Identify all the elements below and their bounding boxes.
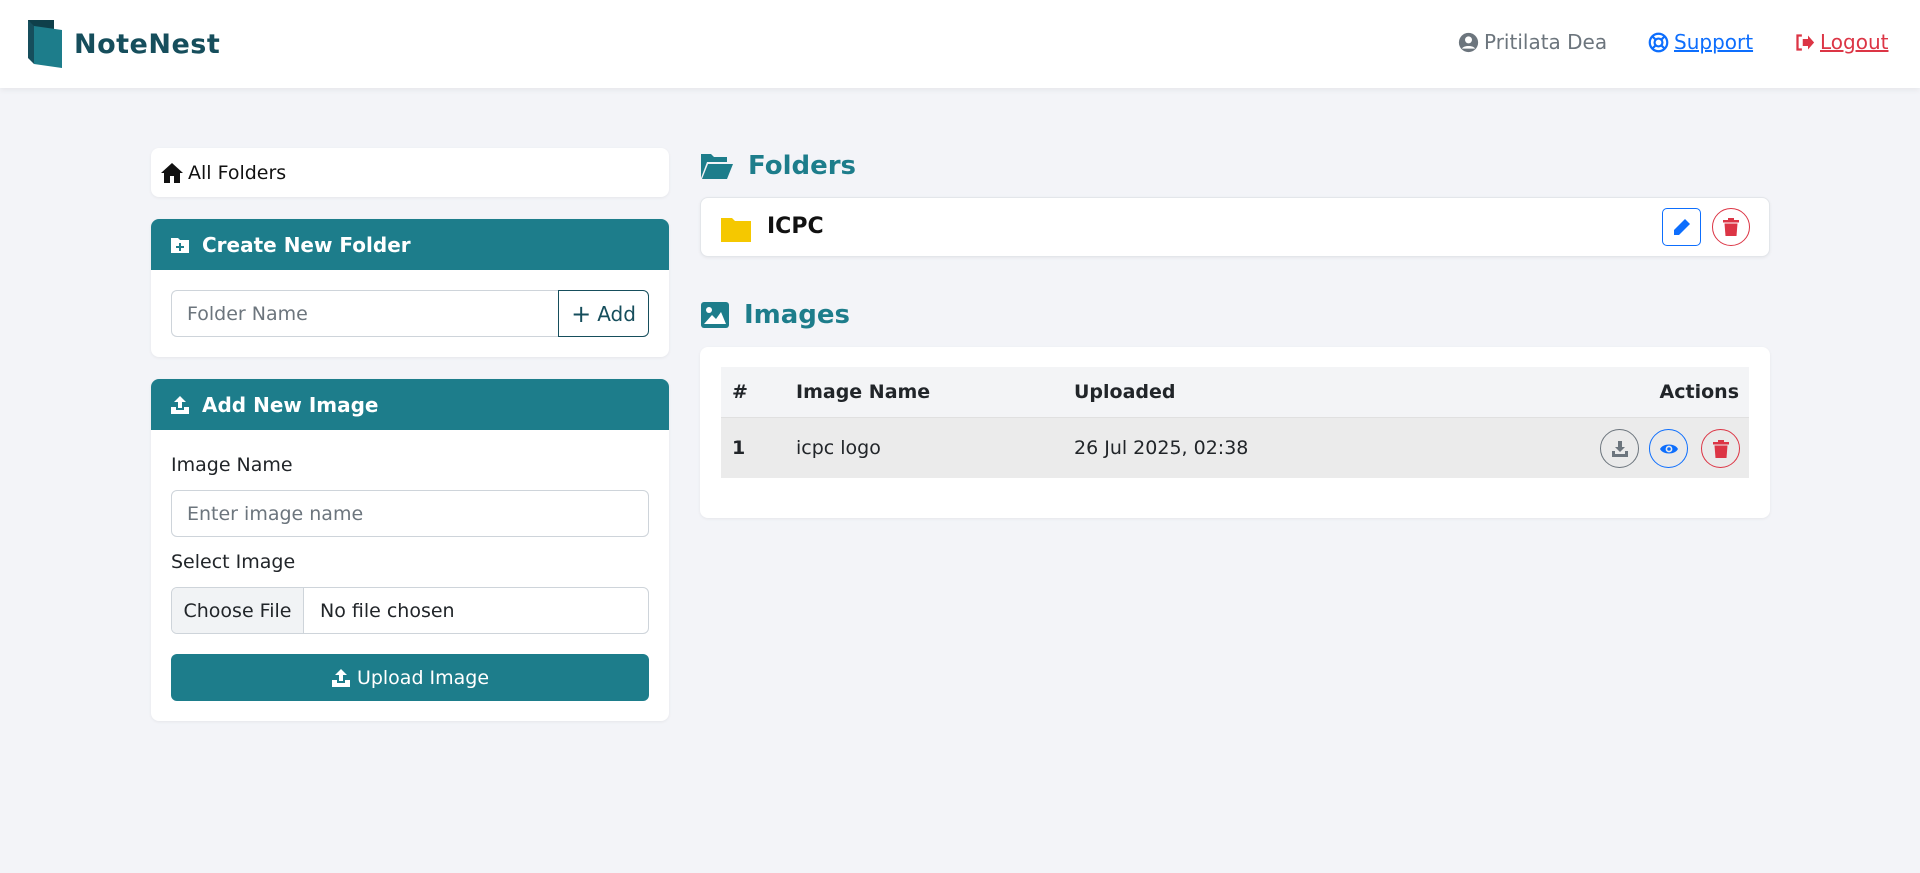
lifebuoy-icon (1648, 32, 1669, 52)
view-button[interactable] (1649, 429, 1688, 468)
download-icon (1611, 440, 1628, 457)
delete-image-button[interactable] (1701, 429, 1740, 468)
add-image-panel: Add New Image Image Name Enter image nam… (151, 379, 669, 721)
images-heading: Images (700, 300, 850, 330)
folder-name-input[interactable]: Folder Name (171, 290, 558, 337)
brand[interactable]: NoteNest (24, 18, 220, 70)
table-header: # Image Name Uploaded Actions (721, 367, 1749, 417)
folder-icon (721, 218, 751, 242)
pencil-icon (1673, 219, 1690, 235)
images-title: Images (744, 300, 851, 330)
col-index: # (732, 381, 748, 403)
table-row: 1 icpc logo 26 Jul 2025, 02:38 (721, 417, 1749, 478)
create-folder-panel: Create New Folder Folder Name + Add (151, 219, 669, 357)
plus-icon: + (571, 299, 592, 328)
upload-icon (331, 668, 350, 687)
create-folder-title: Create New Folder (202, 232, 411, 257)
row-index: 1 (732, 437, 746, 459)
folder-item[interactable]: ICPC (700, 197, 1770, 257)
add-folder-label: Add (597, 301, 636, 326)
home-icon (161, 162, 183, 183)
create-folder-header: Create New Folder (151, 219, 669, 270)
folder-name: ICPC (767, 214, 824, 239)
image-name-input[interactable]: Enter image name (171, 490, 649, 537)
navbar: NoteNest Pritilata Dea Support Logout (0, 0, 1920, 88)
support-link[interactable]: Support (1648, 30, 1753, 54)
upload-image-button[interactable]: Upload Image (171, 654, 649, 701)
all-folders-link[interactable]: All Folders (151, 148, 669, 197)
logout-label: Logout (1820, 30, 1889, 54)
image-name-label: Image Name (171, 454, 293, 476)
brand-name: NoteNest (74, 28, 221, 60)
folders-heading: Folders (700, 151, 856, 181)
image-icon (701, 302, 729, 328)
row-image-name: icpc logo (796, 437, 881, 459)
images-table: # Image Name Uploaded Actions 1 icpc log… (721, 367, 1749, 478)
file-name-text: No file chosen (320, 599, 455, 622)
add-folder-button[interactable]: + Add (558, 290, 649, 337)
select-image-label: Select Image (171, 551, 296, 573)
col-actions: Actions (1659, 381, 1739, 403)
eye-icon (1659, 444, 1678, 453)
choose-file-button[interactable]: Choose File (172, 588, 304, 633)
user-name: Pritilata Dea (1484, 30, 1608, 54)
upload-icon (171, 395, 189, 414)
add-image-header: Add New Image (151, 379, 669, 430)
user-menu[interactable]: Pritilata Dea (1458, 30, 1607, 54)
add-image-title: Add New Image (202, 392, 379, 417)
all-folders-label: All Folders (188, 161, 287, 184)
col-image-name: Image Name (796, 381, 931, 403)
col-uploaded: Uploaded (1074, 381, 1176, 403)
delete-folder-button[interactable] (1712, 208, 1750, 246)
logout-link[interactable]: Logout (1794, 30, 1888, 54)
folder-name-group: Folder Name + Add (171, 290, 649, 337)
row-uploaded: 26 Jul 2025, 02:38 (1074, 437, 1249, 459)
notenest-logo-icon (28, 20, 62, 68)
folder-plus-icon (171, 237, 189, 253)
folder-open-icon (701, 154, 733, 179)
user-circle-icon (1458, 32, 1479, 52)
trash-icon (1712, 439, 1729, 458)
folders-title: Folders (748, 151, 857, 181)
logout-icon (1796, 33, 1815, 51)
support-label: Support (1674, 30, 1754, 54)
trash-icon (1723, 218, 1739, 236)
images-card: # Image Name Uploaded Actions 1 icpc log… (700, 347, 1770, 518)
download-button[interactable] (1600, 429, 1639, 468)
image-file-input[interactable]: Choose File No file chosen (171, 587, 649, 634)
upload-image-label: Upload Image (356, 666, 490, 689)
edit-folder-button[interactable] (1662, 208, 1701, 246)
